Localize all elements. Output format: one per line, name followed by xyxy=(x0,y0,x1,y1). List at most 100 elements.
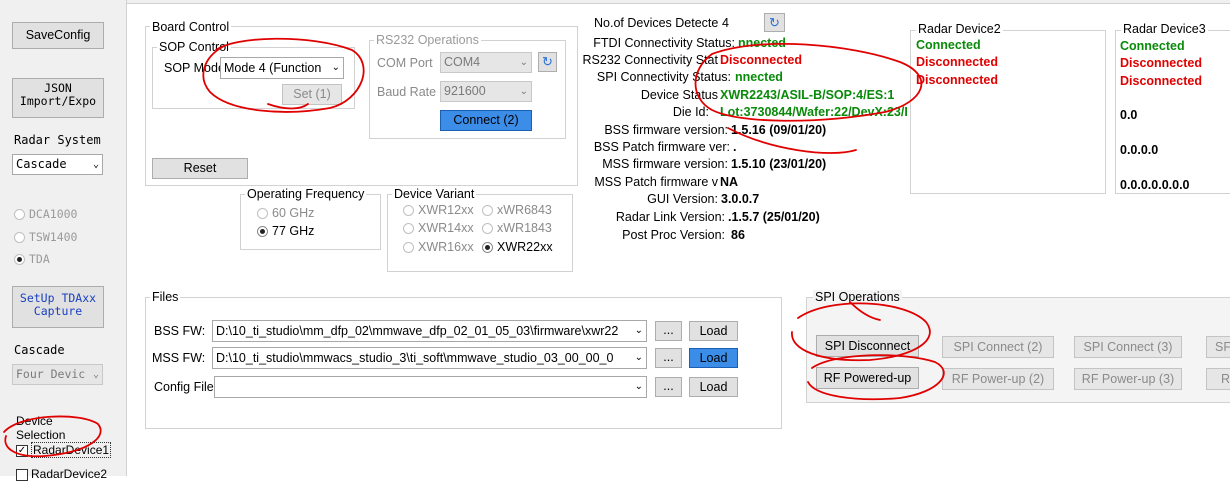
config-file-load-button[interactable]: Load xyxy=(689,377,738,397)
sop-mode-label: SOP Mode xyxy=(164,61,222,75)
bss-fw-file-label: BSS FW: xyxy=(154,324,206,338)
radar-device2-title: Radar Device2 xyxy=(916,22,1003,36)
bss-fw-path-value: D:\10_ti_studio\mm_dfp_02\mmwave_dfp_02_… xyxy=(216,324,619,338)
config-file-label: Config File xyxy=(154,380,214,394)
bss-fw-path-input[interactable]: D:\10_ti_studio\mm_dfp_02\mmwave_dfp_02_… xyxy=(212,320,647,342)
capture-option-tsw1400: TSW1400 xyxy=(14,230,77,244)
rf-power-up-2-button[interactable]: RF Power-up (2) xyxy=(942,368,1054,390)
chevron-down-icon: ⌄ xyxy=(631,377,643,397)
spi-disconnect-button[interactable]: SPI Disconnect xyxy=(816,335,919,357)
variant-xwr22xx[interactable]: XWR22xx xyxy=(482,240,553,254)
variant-xwr12xx[interactable]: XWR12xx xyxy=(403,203,474,217)
setup-tda-line2: Capture xyxy=(33,304,83,318)
left-panel: SaveConfig JSON Import/Expo Radar System… xyxy=(0,0,127,481)
radio-selected-icon xyxy=(14,254,25,265)
com-port-label: COM Port xyxy=(377,56,433,70)
chevron-down-icon: ⌄ xyxy=(631,348,643,368)
num-devices-label: No.of Devices Detecte xyxy=(594,16,719,30)
bss-fw-value: 1.5.16 (09/01/20) xyxy=(731,123,827,137)
gui-version-label: GUI Version: xyxy=(647,192,718,206)
device-variant-title: Device Variant xyxy=(392,187,477,201)
json-import-export-button[interactable]: JSON Import/Expo xyxy=(12,78,104,118)
reset-button[interactable]: Reset xyxy=(152,158,248,179)
tab-strip xyxy=(126,0,1230,4)
operating-frequency-group xyxy=(240,194,381,250)
board-control-title: Board Control xyxy=(150,20,232,34)
baud-rate-value: 921600 xyxy=(444,84,486,98)
refresh-icon[interactable]: ↻ xyxy=(764,13,785,32)
checkbox-checked-icon: ✓ xyxy=(16,444,28,457)
device-status-value: XWR2243/ASIL-B/SOP:4/ES:1 xyxy=(720,88,895,102)
radio-icon xyxy=(482,223,493,235)
config-file-path-input[interactable]: ⌄ xyxy=(214,376,647,398)
radio-icon xyxy=(482,205,493,217)
save-config-button[interactable]: SaveConfig xyxy=(12,22,104,49)
radar-device2-status-2: Disconnected xyxy=(916,55,998,69)
spi-status-value: nnected xyxy=(735,70,783,84)
bss-fw-label: BSS firmware version: xyxy=(604,123,728,137)
setup-tda-capture-button[interactable]: SetUp TDAxx Capture xyxy=(12,286,104,328)
capture-option-tda: TDA xyxy=(14,252,50,266)
radar-device3-value-1: 0.0 xyxy=(1120,108,1138,122)
mss-fw-file-label: MSS FW: xyxy=(152,351,206,365)
rf-power-up-4-button[interactable]: R xyxy=(1206,368,1230,390)
rf-powered-up-button[interactable]: RF Powered-up xyxy=(816,367,919,389)
device2-checkbox[interactable]: RadarDevice2 xyxy=(16,467,107,481)
mss-patch-label: MSS Patch firmware v xyxy=(594,175,718,189)
refresh-icon[interactable]: ↻ xyxy=(538,52,557,72)
device-status-label: Device Status xyxy=(640,88,718,102)
freq-60ghz-radio[interactable]: 60 GHz xyxy=(257,206,314,220)
variant-xwr1843[interactable]: xWR1843 xyxy=(482,221,552,235)
bss-fw-load-button[interactable]: Load xyxy=(689,321,738,341)
radar-system-label: Radar System xyxy=(14,133,101,147)
cascade-select[interactable]: Four Devic ⌄ xyxy=(12,364,103,385)
postproc-version-label: Post Proc Version: xyxy=(622,228,725,242)
chevron-down-icon: ⌄ xyxy=(519,57,528,68)
device1-checkbox[interactable]: ✓ RadarDevice1 xyxy=(16,442,112,458)
spi-connect-3-button[interactable]: SPI Connect (3) xyxy=(1074,336,1182,358)
com-port-select[interactable]: COM4 ⌄ xyxy=(440,52,532,73)
cascade-label: Cascade xyxy=(14,343,65,357)
variant-xwr16xx[interactable]: XWR16xx xyxy=(403,240,474,254)
link-version-value: .1.5.7 (25/01/20) xyxy=(728,210,820,224)
link-version-label: Radar Link Version: xyxy=(615,210,725,224)
sop-mode-value: Mode 4 (Function xyxy=(224,61,322,75)
capture-option-dca1000: DCA1000 xyxy=(14,207,77,221)
radio-icon xyxy=(403,242,414,254)
radar-device3-status-2: Disconnected xyxy=(1120,56,1202,70)
mss-fw-browse-button[interactable]: ... xyxy=(655,348,682,368)
device-selection-label: Device Selection xyxy=(16,414,66,442)
variant-xwr14xx[interactable]: XWR14xx xyxy=(403,221,474,235)
spi-operations-title: SPI Operations xyxy=(813,290,902,304)
radar-device3-value-2: 0.0.0.0 xyxy=(1120,143,1159,157)
variant-xwr6843[interactable]: xWR6843 xyxy=(482,203,552,217)
spi-connect-2-button[interactable]: SPI Connect (2) xyxy=(942,336,1054,358)
radio-selected-icon xyxy=(257,226,268,238)
num-devices-value: 4 xyxy=(722,16,729,30)
freq-77ghz-radio[interactable]: 77 GHz xyxy=(257,224,314,238)
bss-fw-browse-button[interactable]: ... xyxy=(655,321,682,341)
spi-connect-4-button[interactable]: SF xyxy=(1206,336,1230,358)
set-sop-button[interactable]: Set (1) xyxy=(282,84,342,105)
die-id-label: Die Id: xyxy=(672,105,709,119)
com-port-value: COM4 xyxy=(444,55,481,69)
config-file-browse-button[interactable]: ... xyxy=(655,377,682,397)
radio-selected-icon xyxy=(482,242,493,254)
sop-mode-select[interactable]: Mode 4 (Function ⌄ xyxy=(220,57,344,79)
radio-icon xyxy=(403,205,414,217)
baud-rate-select[interactable]: 921600 ⌄ xyxy=(440,81,532,102)
radio-icon xyxy=(14,209,25,220)
radar-system-select[interactable]: Cascade ⌄ xyxy=(12,154,103,175)
ftdi-status-value: nnected xyxy=(738,36,786,50)
radio-icon xyxy=(14,232,25,243)
chevron-down-icon: ⌄ xyxy=(519,86,528,97)
mss-fw-path-input[interactable]: D:\10_ti_studio\mmwacs_studio_3\ti_soft\… xyxy=(212,347,647,369)
radar-device3-status-3: Disconnected xyxy=(1120,74,1202,88)
bss-patch-value: . xyxy=(733,140,737,154)
mss-fw-load-button[interactable]: Load xyxy=(689,348,738,368)
mss-patch-value: NA xyxy=(720,175,739,189)
rf-power-up-3-button[interactable]: RF Power-up (3) xyxy=(1074,368,1182,390)
connect-button[interactable]: Connect (2) xyxy=(440,110,532,131)
operating-frequency-title: Operating Frequency xyxy=(245,187,367,201)
chevron-down-icon: ⌄ xyxy=(631,321,643,341)
